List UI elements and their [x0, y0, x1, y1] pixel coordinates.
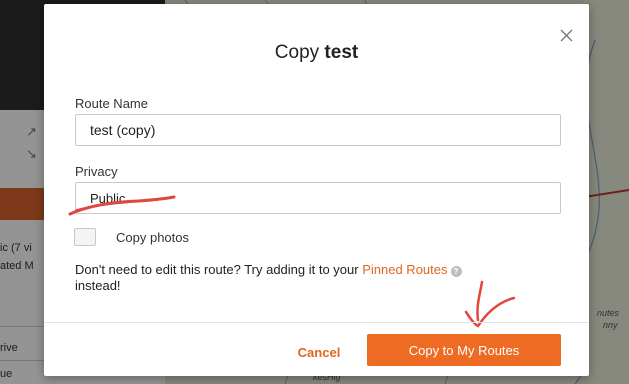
hint-text-end: instead!	[75, 278, 121, 293]
privacy-selected-value: Public	[90, 191, 126, 206]
cancel-button[interactable]: Cancel	[274, 336, 364, 368]
copy-to-my-routes-button[interactable]: Copy to My Routes	[367, 334, 561, 366]
close-icon	[560, 29, 573, 42]
close-button[interactable]	[557, 26, 577, 46]
copy-photos-label: Copy photos	[116, 230, 189, 245]
route-name-label: Route Name	[75, 96, 148, 111]
dialog-title: Copy test	[44, 42, 589, 64]
hint-text: Don't need to edit this route? Try addin…	[75, 262, 363, 277]
route-name-input[interactable]	[75, 114, 561, 146]
help-icon[interactable]: ?	[450, 266, 462, 277]
copy-route-dialog: Copy test Route Name Privacy Public Copy…	[44, 4, 589, 376]
footer-divider	[44, 322, 589, 323]
pinned-routes-link[interactable]: Pinned Routes	[362, 262, 447, 277]
privacy-label: Privacy	[75, 164, 118, 179]
dialog-title-prefix: Copy	[274, 42, 325, 63]
copy-photos-checkbox[interactable]	[74, 228, 96, 246]
dialog-title-route-name: test	[324, 42, 359, 63]
pinned-routes-hint: Don't need to edit this route? Try addin…	[75, 262, 561, 294]
privacy-select[interactable]: Public	[75, 182, 561, 214]
